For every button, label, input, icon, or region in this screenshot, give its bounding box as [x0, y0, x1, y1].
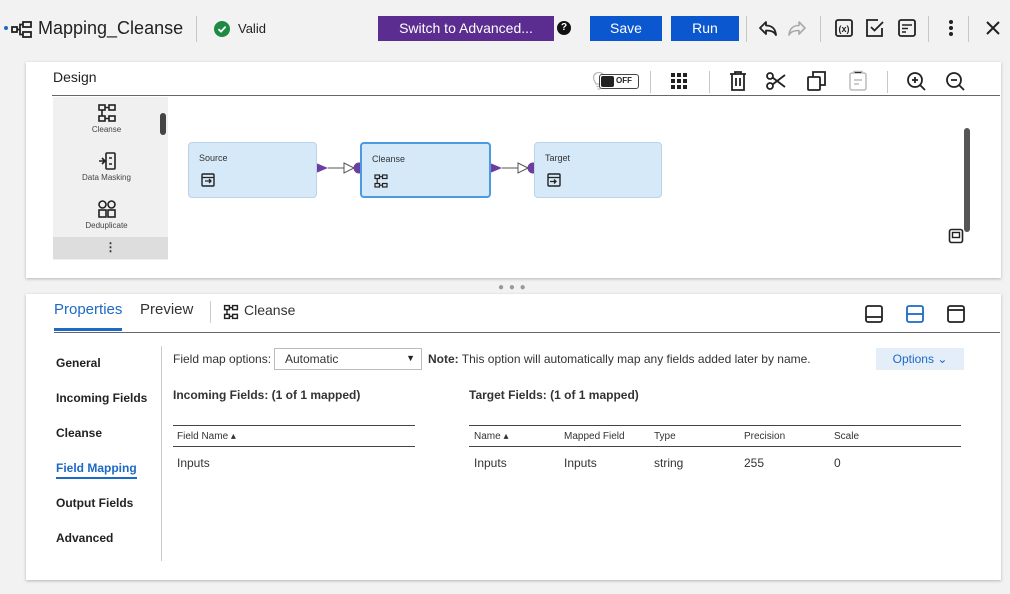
- link-source-cleanse[interactable]: [316, 162, 365, 174]
- switch-to-advanced-button[interactable]: Switch to Advanced...: [378, 16, 554, 41]
- caret-down-icon: ▼: [406, 353, 415, 363]
- field-map-options-select[interactable]: Automatic ▼: [274, 348, 422, 370]
- run-button[interactable]: Run: [671, 16, 739, 41]
- canvas-scrollbar[interactable]: [964, 128, 970, 232]
- target-cell-name[interactable]: Inputs: [474, 456, 507, 470]
- field-map-options-label: Field map options:: [173, 352, 272, 366]
- node-label: Source: [199, 153, 228, 163]
- source-icon: [201, 173, 215, 187]
- cleanse-icon: [374, 174, 388, 188]
- validate-icon[interactable]: [864, 17, 886, 39]
- mapping-title: Mapping_Cleanse: [38, 18, 184, 38]
- redo-icon[interactable]: [786, 17, 808, 39]
- target-fields-title: Target Fields: (1 of 1 mapped): [469, 388, 639, 402]
- top-toolbar: Mapping_Cleanse Valid Switch to Advanced…: [0, 0, 1010, 56]
- incoming-cell-field-name[interactable]: Inputs: [177, 456, 210, 470]
- split-view-icon[interactable]: [905, 304, 925, 324]
- note-text: This option will automatically map any f…: [458, 352, 811, 366]
- target-header-precision[interactable]: Precision: [744, 431, 785, 442]
- table-rule: [469, 446, 961, 447]
- node-label: Cleanse: [372, 154, 406, 164]
- link-cleanse-target[interactable]: [490, 162, 539, 174]
- help-icon[interactable]: ?: [557, 21, 571, 35]
- canvas-links: [316, 162, 539, 174]
- dock-bottom-icon[interactable]: [864, 304, 884, 324]
- side-item-incoming-fields[interactable]: Incoming Fields: [56, 391, 147, 405]
- divider: [746, 16, 747, 42]
- maximize-panel-icon[interactable]: [946, 304, 966, 324]
- parameter-icon[interactable]: (x): [833, 17, 855, 39]
- mapping-icon: [11, 21, 32, 38]
- active-tab-indicator: [54, 328, 122, 331]
- table-rule: [173, 446, 415, 447]
- note-label: Note:: [428, 352, 459, 366]
- save-button[interactable]: Save: [590, 16, 662, 41]
- divider: [196, 16, 197, 42]
- divider: [928, 16, 929, 42]
- side-item-general[interactable]: General: [56, 356, 101, 370]
- design-panel: Design OFF Cleanse Data Masking Deduplic…: [26, 62, 1001, 278]
- node-label: Target: [545, 153, 571, 163]
- target-cell-mapped-field[interactable]: Inputs: [564, 456, 597, 470]
- validation-status: Valid: [238, 21, 266, 36]
- table-rule: [173, 425, 415, 426]
- svg-text:(x): (x): [839, 24, 850, 34]
- target-cell-scale: 0: [834, 456, 841, 470]
- table-rule: [469, 425, 961, 426]
- divider: [968, 16, 969, 42]
- undo-icon[interactable]: [757, 17, 779, 39]
- side-nav-divider: [161, 346, 162, 561]
- node-cleanse[interactable]: Cleanse: [360, 142, 491, 198]
- options-button[interactable]: Options ⌄: [876, 348, 964, 370]
- side-item-cleanse[interactable]: Cleanse: [56, 426, 102, 440]
- side-item-advanced[interactable]: Advanced: [56, 531, 113, 545]
- field-map-options-value: Automatic: [285, 352, 339, 366]
- panel-resize-handle[interactable]: ● ● ●: [498, 282, 527, 293]
- target-header-type[interactable]: Type: [654, 431, 676, 442]
- properties-header-divider: [54, 332, 1000, 333]
- node-target[interactable]: Target: [534, 142, 662, 198]
- incoming-header-field-name[interactable]: Field Name ▴: [177, 431, 236, 442]
- properties-panel: Properties Preview Cleanse General Incom…: [26, 294, 1001, 580]
- divider: [820, 16, 821, 42]
- divider: [210, 301, 211, 323]
- target-icon: [547, 173, 561, 187]
- fit-to-screen-icon[interactable]: [948, 228, 964, 244]
- tab-properties[interactable]: Properties: [54, 301, 122, 318]
- close-icon[interactable]: [982, 17, 1004, 39]
- target-cell-precision: 255: [744, 456, 765, 470]
- side-item-field-mapping[interactable]: Field Mapping: [56, 461, 137, 479]
- target-header-mapped-field[interactable]: Mapped Field: [564, 431, 625, 442]
- cleanse-icon: [223, 304, 239, 320]
- context-object-label: Cleanse: [244, 302, 296, 318]
- unsaved-indicator: [4, 26, 8, 30]
- target-header-scale[interactable]: Scale: [834, 431, 859, 442]
- side-item-output-fields[interactable]: Output Fields: [56, 496, 133, 510]
- incoming-fields-title: Incoming Fields: (1 of 1 mapped): [173, 388, 361, 402]
- node-source[interactable]: Source: [188, 142, 317, 198]
- field-map-note: Note: This option will automatically map…: [428, 352, 811, 366]
- valid-check-icon: [214, 21, 230, 37]
- target-header-name[interactable]: Name ▴: [474, 431, 508, 442]
- properties-edit-icon[interactable]: [896, 17, 918, 39]
- more-vertical-icon[interactable]: [940, 17, 962, 39]
- tab-preview[interactable]: Preview: [140, 301, 193, 318]
- target-cell-type: string: [654, 456, 684, 470]
